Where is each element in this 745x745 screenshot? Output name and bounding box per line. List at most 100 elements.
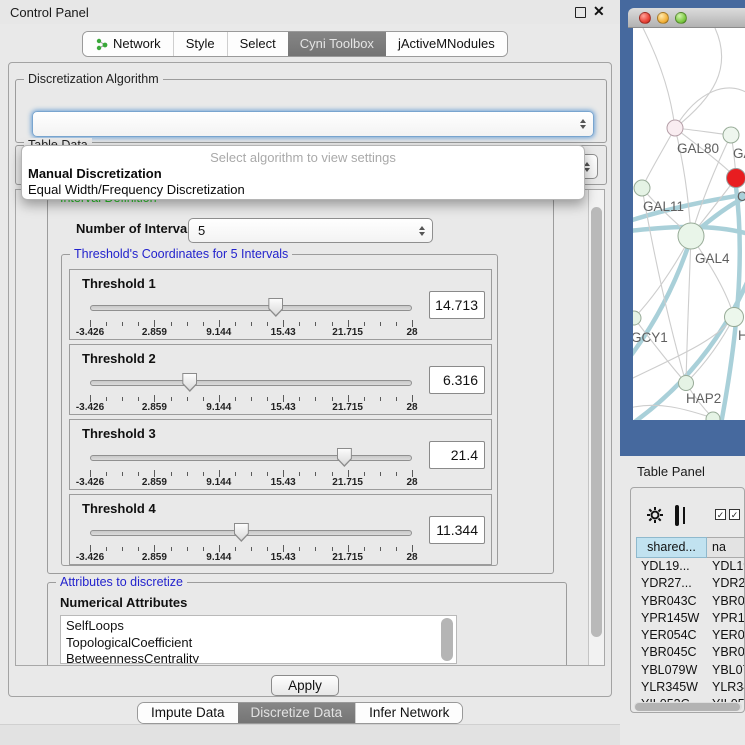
table-horizontal-scrollbar[interactable] — [634, 702, 742, 711]
network-node[interactable] — [634, 180, 650, 196]
cell-name[interactable]: YBL07 — [707, 662, 745, 679]
tab-discretize-data[interactable]: Discretize Data — [238, 703, 356, 723]
cell-shared-name[interactable]: YER054C — [636, 627, 707, 644]
close-window-icon[interactable] — [639, 12, 651, 24]
threshold-1-slider-track[interactable] — [90, 305, 412, 311]
table-row[interactable]: YBR045CYBR04 — [636, 644, 745, 661]
columns-icon[interactable] — [675, 507, 679, 525]
attribute-list-item[interactable]: SelfLoops — [66, 618, 456, 635]
network-edge[interactable] — [675, 28, 722, 128]
popup-item-equal-width-frequency[interactable]: Equal Width/Frequency Discretization — [28, 182, 245, 197]
checkbox-icon[interactable]: ✓ — [729, 509, 740, 520]
network-window-titlebar[interactable] — [628, 8, 745, 28]
threshold-3-slider-track[interactable] — [90, 455, 412, 461]
tab-cyni-toolbox[interactable]: Cyni Toolbox — [288, 32, 386, 56]
control-panel-title: Control Panel — [10, 5, 89, 20]
slider-tick — [380, 547, 381, 551]
attribute-list-item[interactable]: BetweennessCentrality — [66, 651, 456, 664]
table-row[interactable]: YPR145WYPR14 — [636, 610, 745, 627]
checkbox-icon[interactable]: ✓ — [715, 509, 726, 520]
numerical-attributes-list[interactable]: SelfLoopsTopologicalCoefficientBetweenne… — [60, 615, 457, 664]
cell-shared-name[interactable]: YBR045C — [636, 644, 707, 661]
threshold-2-value-field[interactable]: 6.316 — [429, 366, 485, 394]
settings-scrollbar-thumb[interactable] — [591, 207, 602, 637]
cell-shared-name[interactable]: YBR043C — [636, 593, 707, 610]
cell-name[interactable]: YBR04 — [707, 593, 745, 610]
network-view-canvas[interactable]: GAL80GACGAL11GAL4GCY1HHAP2 — [633, 28, 745, 420]
network-edge[interactable] — [691, 236, 734, 317]
network-node[interactable] — [723, 127, 739, 143]
threshold-4-panel: Threshold 4 -3.4262.8599.14415.4321.7152… — [69, 494, 492, 565]
table-row[interactable]: YBL079WYBL07 — [636, 662, 745, 679]
tab-network[interactable]: Network — [83, 32, 173, 56]
table-row[interactable]: YDR27...YDR27 — [636, 575, 745, 592]
slider-scale-label: 9.144 — [206, 327, 231, 338]
column-header-shared-name[interactable]: shared... — [636, 537, 707, 558]
number-of-intervals-combobox[interactable]: 5 — [188, 218, 433, 243]
cell-name[interactable]: YLR34 — [707, 679, 745, 696]
slider-tick — [203, 397, 204, 401]
threshold-4-value-field[interactable]: 11.344 — [429, 516, 485, 544]
network-node[interactable] — [679, 376, 694, 391]
network-node[interactable] — [725, 308, 744, 327]
settings-vertical-scrollbar[interactable] — [588, 190, 604, 665]
network-node[interactable] — [678, 223, 704, 249]
cell-shared-name[interactable]: YDL19... — [636, 558, 707, 575]
network-node-label: GAL11 — [643, 199, 684, 214]
network-node-label: C — [737, 189, 745, 204]
cell-shared-name[interactable]: YBL079W — [636, 662, 707, 679]
column-header-name[interactable]: na — [707, 537, 745, 558]
network-node[interactable] — [667, 120, 683, 136]
cell-shared-name[interactable]: YLR345W — [636, 679, 707, 696]
threshold-2-panel: Threshold 2 -3.4262.8599.14415.4321.7152… — [69, 344, 492, 415]
tab-infer-network[interactable]: Infer Network — [355, 703, 462, 723]
threshold-4-slider-track[interactable] — [90, 530, 412, 536]
cell-name[interactable]: YDL19 — [707, 558, 745, 575]
threshold-1-slider-thumb[interactable] — [268, 298, 283, 317]
minimize-window-icon[interactable] — [657, 12, 669, 24]
cell-shared-name[interactable]: YDR27... — [636, 575, 707, 592]
cell-shared-name[interactable]: YPR145W — [636, 610, 707, 627]
algorithm-combobox[interactable] — [32, 111, 594, 137]
network-edge[interactable] — [675, 88, 745, 128]
threshold-1-value-field[interactable]: 14.713 — [429, 291, 485, 319]
cell-name[interactable]: YBR04 — [707, 644, 745, 661]
threshold-3-slider-thumb[interactable] — [337, 448, 352, 467]
network-edge[interactable] — [686, 236, 691, 383]
threshold-4-slider-thumb[interactable] — [234, 523, 249, 542]
attributes-list-scrollbar[interactable] — [441, 618, 453, 661]
tab-jactivemnodules[interactable]: jActiveMNodules — [386, 32, 507, 56]
table-row[interactable]: YBR043CYBR04 — [636, 593, 745, 610]
slider-tick — [122, 397, 123, 401]
popup-item-manual-discretization[interactable]: Manual Discretization — [28, 166, 162, 181]
apply-button[interactable]: Apply — [271, 675, 339, 696]
network-node[interactable] — [727, 169, 745, 188]
tab-style[interactable]: Style — [173, 32, 227, 56]
network-node[interactable] — [633, 311, 641, 325]
cell-name[interactable]: YPR14 — [707, 610, 745, 627]
slider-tick — [154, 545, 155, 552]
gear-icon[interactable] — [646, 506, 664, 529]
tab-impute-data[interactable]: Impute Data — [138, 703, 238, 723]
zoom-window-icon[interactable] — [675, 12, 687, 24]
slider-tick — [267, 472, 268, 476]
threshold-2-slider-thumb[interactable] — [182, 373, 197, 392]
table-row[interactable]: YER054CYER05 — [636, 627, 745, 644]
table-row[interactable]: YDL19...YDL19 — [636, 558, 745, 575]
float-window-icon[interactable] — [575, 7, 586, 18]
attribute-list-item[interactable]: TopologicalCoefficient — [66, 635, 456, 652]
thresholds-coordinates-group: Threshold's Coordinates for 5 Intervals … — [61, 254, 498, 566]
slider-tick — [122, 322, 123, 326]
table-row[interactable]: YLR345WYLR34 — [636, 679, 745, 696]
cell-name[interactable]: YER05 — [707, 627, 745, 644]
threshold-3-value-field[interactable]: 21.4 — [429, 441, 485, 469]
network-edge[interactable] — [642, 128, 675, 188]
network-edge[interactable] — [643, 28, 675, 128]
tab-style-label: Style — [186, 32, 215, 56]
cell-name[interactable]: YDR27 — [707, 575, 745, 592]
close-icon[interactable]: ✕ — [593, 3, 605, 20]
table-hscrollbar-thumb[interactable] — [635, 703, 740, 711]
tab-select[interactable]: Select — [227, 32, 288, 56]
slider-scale-label: 15.43 — [271, 327, 296, 338]
threshold-2-slider-track[interactable] — [90, 380, 412, 386]
